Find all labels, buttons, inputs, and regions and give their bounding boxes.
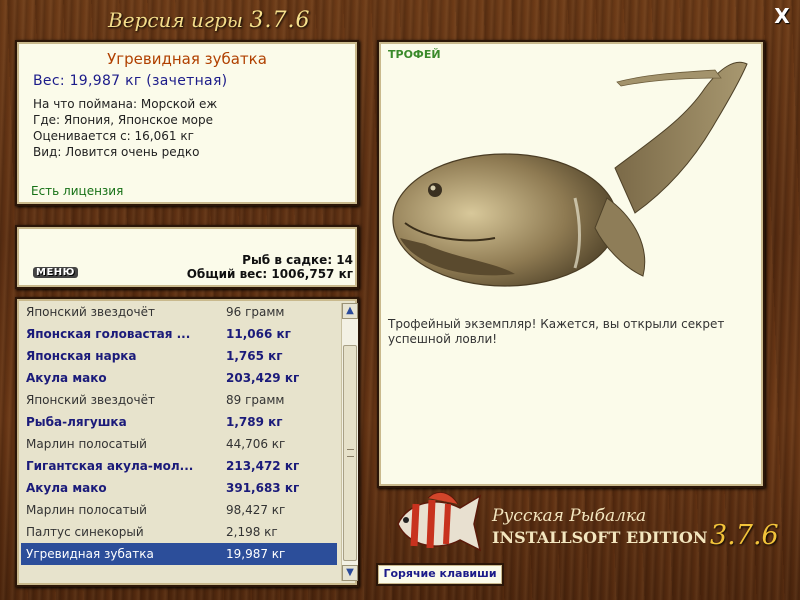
list-item[interactable]: Рыба-лягушка 1,789 кг (21, 411, 337, 433)
catch-location: Где: Япония, Японское море (33, 113, 214, 127)
list-item-weight: 89 грамм (226, 393, 285, 407)
list-item-weight: 203,429 кг (226, 371, 300, 385)
list-item-weight: 213,472 кг (226, 459, 300, 473)
license-status: Есть лицензия (31, 184, 124, 198)
fish-list: Японский звездочёт 96 грамм Японская голов… (21, 301, 337, 565)
fish-image (392, 61, 748, 287)
list-item-name: Японский звездочёт (26, 393, 155, 407)
list-item-name: Гигантская акула-мол... (26, 459, 194, 473)
cage-panel: МЕНЮ Рыб в садке: 14 Общий вес: 1006,757… (15, 225, 359, 289)
list-item-weight: 2,198 кг (226, 525, 278, 539)
list-item-name: Палтус синекорый (26, 525, 144, 539)
list-item-name: Рыба-лягушка (26, 415, 127, 429)
list-item-weight: 11,066 кг (226, 327, 291, 341)
window-title: Версия игры 3.7.6 (108, 8, 408, 36)
list-item[interactable]: Японский звездочёт 89 грамм (21, 389, 337, 411)
fish-list-panel: Японский звездочёт 96 грамм Японская голов… (15, 297, 359, 587)
list-item[interactable]: Японский звездочёт 96 грамм (21, 301, 337, 323)
menu-button[interactable]: МЕНЮ (33, 267, 78, 278)
trophy-panel: ТРОФЕЙ Трофейный экземпляр! Кажется, вы … (377, 40, 765, 488)
list-item[interactable]: Угревидная зубатка 19,987 кг (21, 543, 337, 565)
list-item[interactable]: Марлин полосатый 98,427 кг (21, 499, 337, 521)
list-scrollbar[interactable]: ▲ ▼ (341, 303, 358, 581)
close-button[interactable]: X (772, 6, 792, 26)
list-item-weight: 1,765 кг (226, 349, 283, 363)
catch-bait: На что поймана: Морской еж (33, 97, 218, 111)
list-item-weight: 391,683 кг (226, 481, 300, 495)
scroll-grip-icon (347, 449, 354, 457)
list-item[interactable]: Японская нарка 1,765 кг (21, 345, 337, 367)
list-item-name: Акула мако (26, 481, 107, 495)
title-prefix: Версия игры (108, 8, 244, 32)
catch-info-panel: Угревидная зубатка Вес: 19,987 кг (зачет… (15, 40, 359, 206)
list-item[interactable]: Гигантская акула-мол... 213,472 кг (21, 455, 337, 477)
list-item[interactable]: Японская головастая ... 11,066 кг (21, 323, 337, 345)
hotkeys-button[interactable]: Горячие клавиши (376, 563, 504, 586)
catch-estimated: Оценивается с: 16,061 кг (33, 129, 194, 143)
catch-fish-name: Угревидная зубатка (107, 50, 267, 68)
list-item-weight: 44,706 кг (226, 437, 286, 451)
list-item[interactable]: Акула мако 203,429 кг (21, 367, 337, 389)
list-item-weight: 98,427 кг (226, 503, 286, 517)
list-item-name: Марлин полосатый (26, 437, 147, 451)
list-item-weight: 19,987 кг (226, 547, 286, 561)
list-item-name: Японская нарка (26, 349, 137, 363)
fish-logo-icon (397, 491, 482, 552)
cage-fish-count: Рыб в садке: 14 (242, 253, 353, 267)
list-item[interactable]: Акула мако 391,683 кг (21, 477, 337, 499)
catch-weight: Вес: 19,987 кг (зачетная) (33, 73, 228, 89)
list-item-weight: 1,789 кг (226, 415, 283, 429)
scroll-thumb[interactable] (343, 345, 357, 561)
list-item[interactable]: Марлин полосатый 44,706 кг (21, 433, 337, 455)
list-item-name: Японский звездочёт (26, 305, 155, 319)
title-version: 3.7.6 (249, 8, 311, 33)
list-item-name: Акула мако (26, 371, 107, 385)
scroll-up-button[interactable]: ▲ (342, 303, 358, 319)
trophy-description: Трофейный экземпляр! Кажется, вы открыли… (388, 317, 725, 346)
list-item-name: Марлин полосатый (26, 503, 147, 517)
catch-rarity: Вид: Ловится очень редко (33, 145, 200, 159)
brand-line2: INSTALLSOFT EDITION (492, 528, 708, 547)
list-item[interactable]: Палтус синекорый 2,198 кг (21, 521, 337, 543)
scroll-down-button[interactable]: ▼ (342, 565, 358, 581)
list-item-name: Японская головастая ... (26, 327, 191, 341)
brand-line1: Русская Рыбалка (492, 506, 647, 526)
brand-version: 3.7.6 (710, 520, 779, 551)
brand: Русская Рыбалка INSTALLSOFT EDITION 3.7.… (492, 506, 779, 551)
list-item-weight: 96 грамм (226, 305, 285, 319)
list-item-name: Угревидная зубатка (26, 547, 154, 561)
cage-total-weight: Общий вес: 1006,757 кг (186, 267, 353, 281)
